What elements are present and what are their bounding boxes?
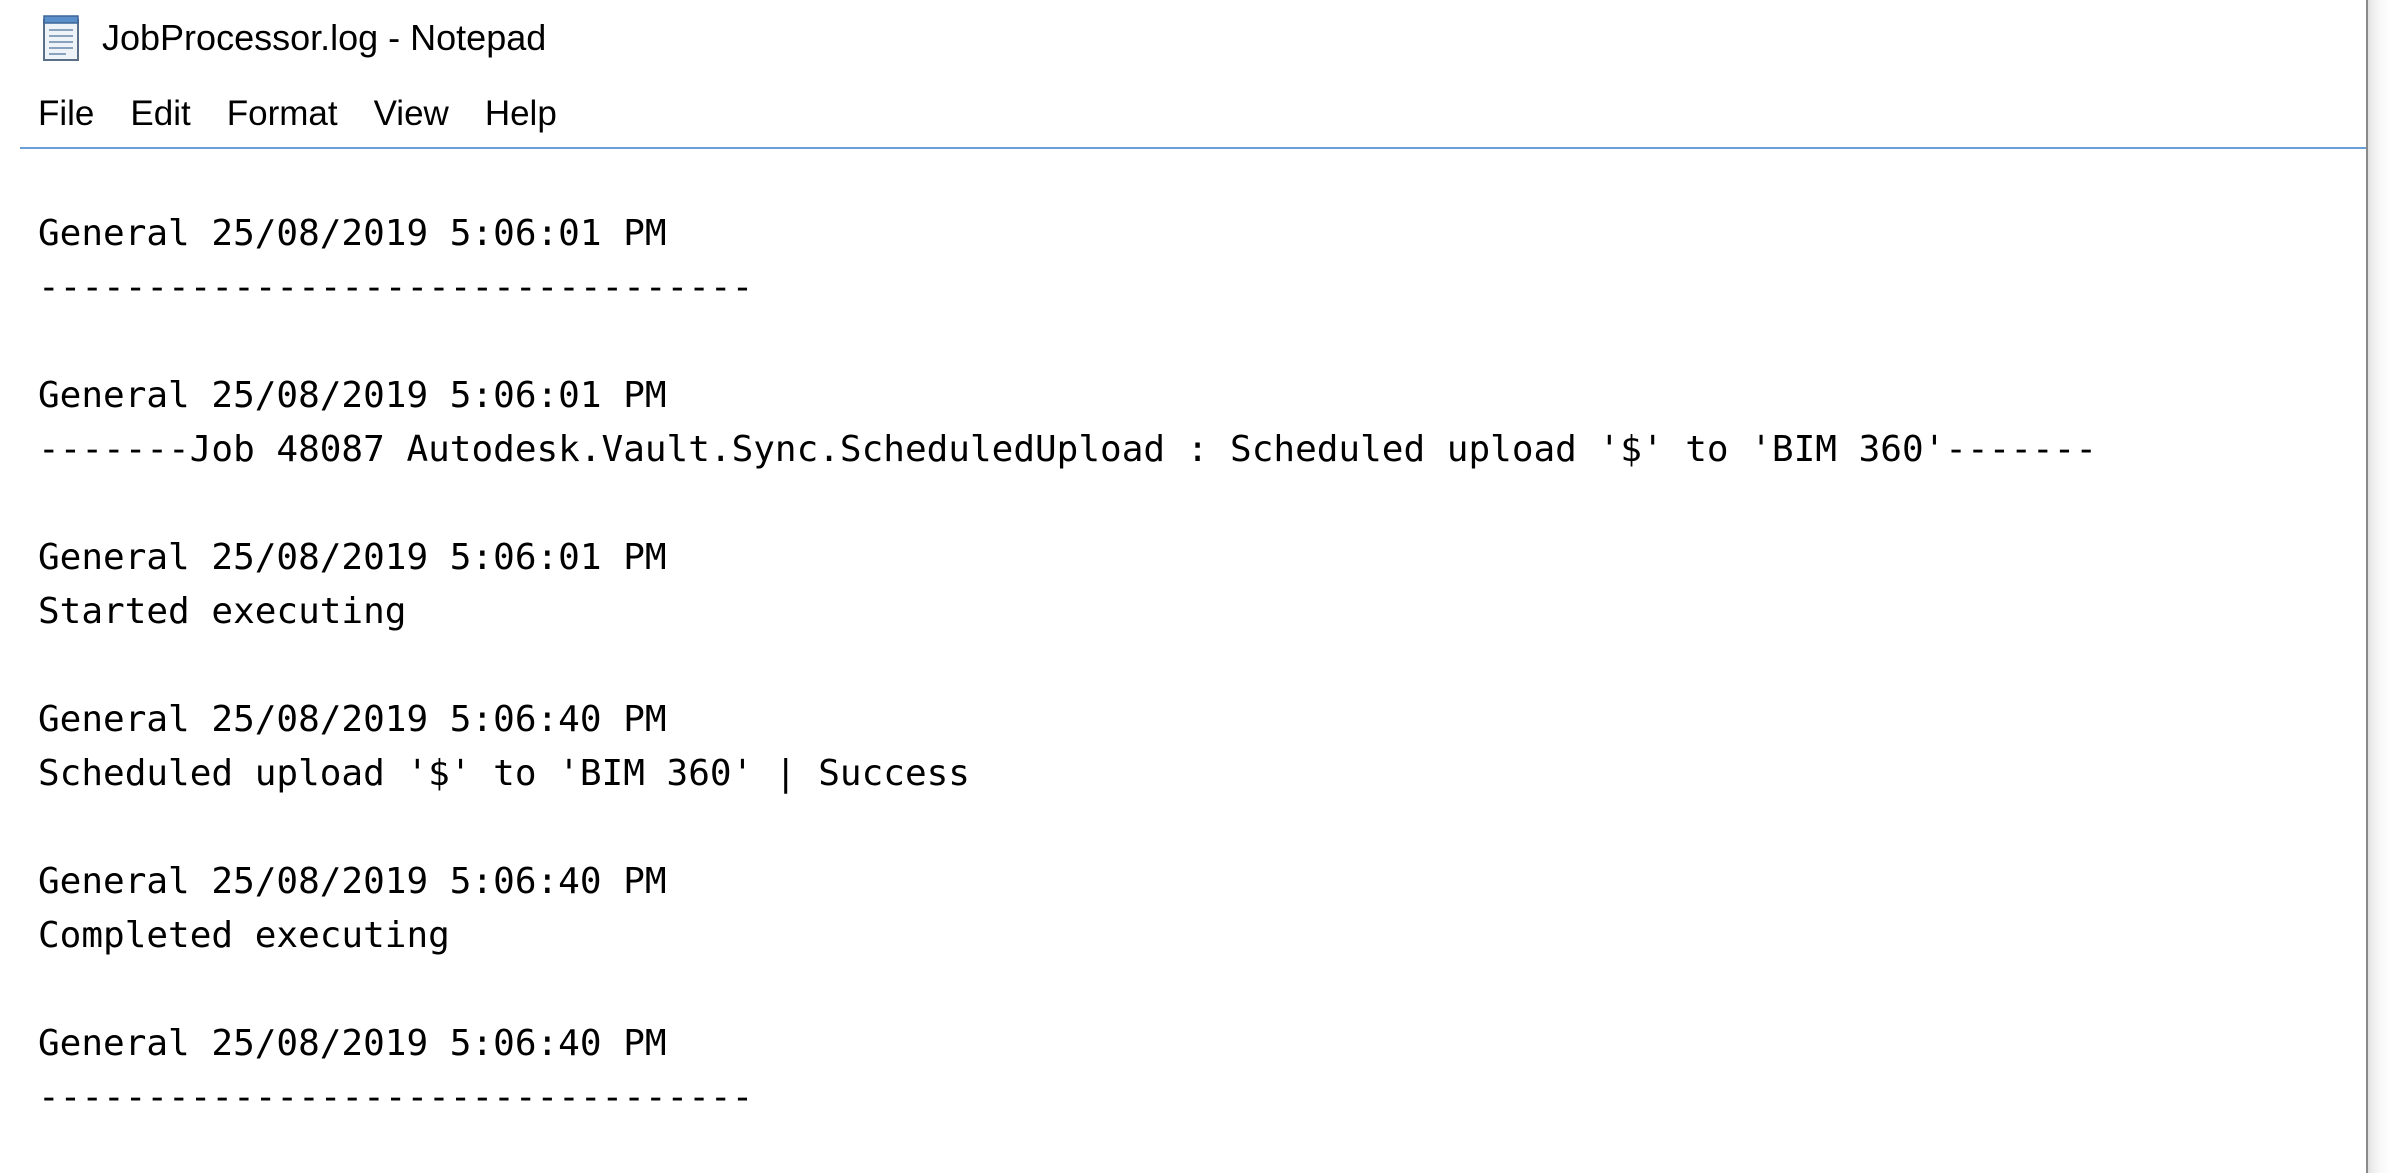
log-entry-body: Scheduled upload '$' to 'BIM 360' | Succ… <box>38 753 970 794</box>
notepad-icon[interactable] <box>40 14 84 62</box>
log-entry-body: --------------------------------- <box>38 267 754 308</box>
log-entry-header: General 25/08/2019 5:06:40 PM <box>38 861 667 902</box>
menu-divider <box>20 147 2370 149</box>
menu-edit[interactable]: Edit <box>112 88 208 140</box>
window-right-edge <box>2366 0 2391 1173</box>
log-entry: General 25/08/2019 5:06:01 PM ----------… <box>38 207 2364 315</box>
log-entry: General 25/08/2019 5:06:40 PM ----------… <box>38 1017 2364 1125</box>
menu-format[interactable]: Format <box>209 88 356 140</box>
window-border <box>2366 0 2368 1173</box>
menu-help[interactable]: Help <box>467 88 575 140</box>
text-editor[interactable]: General 25/08/2019 5:06:01 PM ----------… <box>38 207 2364 1167</box>
title-bar[interactable]: JobProcessor.log - Notepad <box>40 6 546 70</box>
log-entry-body: Completed executing <box>38 915 450 956</box>
window-title: JobProcessor.log - Notepad <box>102 17 547 58</box>
menu-file[interactable]: File <box>20 88 112 140</box>
log-entry-body: Started executing <box>38 591 407 632</box>
log-entry-header: General 25/08/2019 5:06:01 PM <box>38 213 667 254</box>
menu-view[interactable]: View <box>356 88 467 140</box>
log-entry-header: General 25/08/2019 5:06:40 PM <box>38 1023 667 1064</box>
log-entry-body: -------Job 48087 Autodesk.Vault.Sync.Sch… <box>38 429 2098 470</box>
log-entry-header: General 25/08/2019 5:06:40 PM <box>38 699 667 740</box>
log-entry-header: General 25/08/2019 5:06:01 PM <box>38 537 667 578</box>
log-entry: General 25/08/2019 5:06:01 PM Started ex… <box>38 531 2364 639</box>
log-entry: General 25/08/2019 5:06:40 PM Scheduled … <box>38 693 2364 801</box>
log-entry-body: --------------------------------- <box>38 1077 754 1118</box>
log-entry: General 25/08/2019 5:06:40 PM Completed … <box>38 855 2364 963</box>
notepad-window: JobProcessor.log - Notepad File Edit For… <box>0 0 2391 1173</box>
log-entry-header: General 25/08/2019 5:06:01 PM <box>38 375 667 416</box>
log-entry: General 25/08/2019 5:06:01 PM -------Job… <box>38 369 2364 477</box>
menu-bar: File Edit Format View Help <box>20 82 575 146</box>
